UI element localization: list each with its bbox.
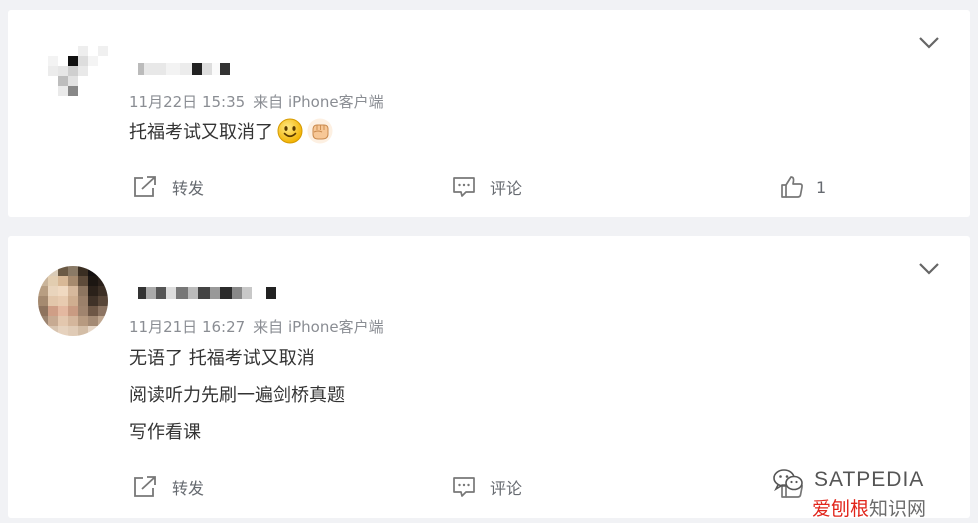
- share-icon: [134, 476, 156, 497]
- comment-button[interactable]: 评论: [452, 172, 522, 202]
- smile-emoji: [277, 118, 303, 144]
- like-button[interactable]: 1: [780, 172, 826, 202]
- comment-time[interactable]: 11月21日 16:27: [129, 318, 245, 336]
- comment-meta: 11月22日 15:35 来自 iPhone客户端: [129, 91, 384, 112]
- like-count: 1: [816, 177, 827, 197]
- comment-label: 评论: [490, 179, 523, 198]
- comment-text: 无语了 托福考试又取消 阅读听力先刷一遍剑桥真题 写作看课: [129, 340, 345, 451]
- comment-time[interactable]: 11月22日 15:35: [129, 93, 245, 111]
- repost-button[interactable]: 转发: [132, 472, 204, 502]
- watermark-site-suffix: 知识网: [869, 498, 927, 520]
- share-icon: [134, 176, 156, 197]
- comment-line: 托福考试又取消了: [129, 122, 273, 143]
- comment-icon: [453, 477, 475, 497]
- chevron-down-icon[interactable]: [918, 36, 940, 50]
- avatar[interactable]: [38, 46, 108, 116]
- comment-source: 来自 iPhone客户端: [253, 318, 384, 336]
- comment-line: 阅读听力先刷一遍剑桥真题: [129, 385, 345, 406]
- avatar[interactable]: [38, 266, 108, 336]
- wechat-icon: [773, 469, 803, 492]
- watermark-site: 爱刨根知识网: [812, 494, 926, 521]
- comment-text: 托福考试又取消了: [129, 114, 333, 151]
- chevron-down-icon[interactable]: [918, 262, 940, 276]
- comment-line: 写作看课: [129, 422, 201, 443]
- pixelated-avatar: [38, 46, 108, 116]
- watermark-brand: SATPEDIA: [814, 468, 925, 491]
- comment-actions: 转发 评论 1: [8, 172, 970, 202]
- watermark: SATPEDIA 爱刨根知识网: [772, 468, 952, 521]
- watermark-site-name: 爱刨根: [812, 498, 870, 520]
- pixelated-avatar: [38, 266, 108, 336]
- username-pixelated[interactable]: [138, 59, 230, 79]
- comment-line: 无语了 托福考试又取消: [129, 348, 315, 369]
- comment-button[interactable]: 评论: [452, 472, 522, 502]
- comment-meta: 11月21日 16:27 来自 iPhone客户端: [129, 316, 384, 337]
- repost-label: 转发: [172, 479, 205, 498]
- thumbs-up-icon: [781, 176, 803, 198]
- comment-icon: [453, 177, 475, 197]
- username-pixelated[interactable]: [138, 283, 276, 303]
- watermark-top: SATPEDIA: [772, 468, 924, 492]
- fist-emoji: [307, 118, 333, 144]
- repost-label: 转发: [172, 179, 205, 198]
- comment-label: 评论: [490, 479, 523, 498]
- repost-button[interactable]: 转发: [132, 172, 204, 202]
- comment-source: 来自 iPhone客户端: [253, 93, 384, 111]
- comment-card: 11月22日 15:35 来自 iPhone客户端 托福考试又取消了 转发 评论…: [8, 10, 970, 217]
